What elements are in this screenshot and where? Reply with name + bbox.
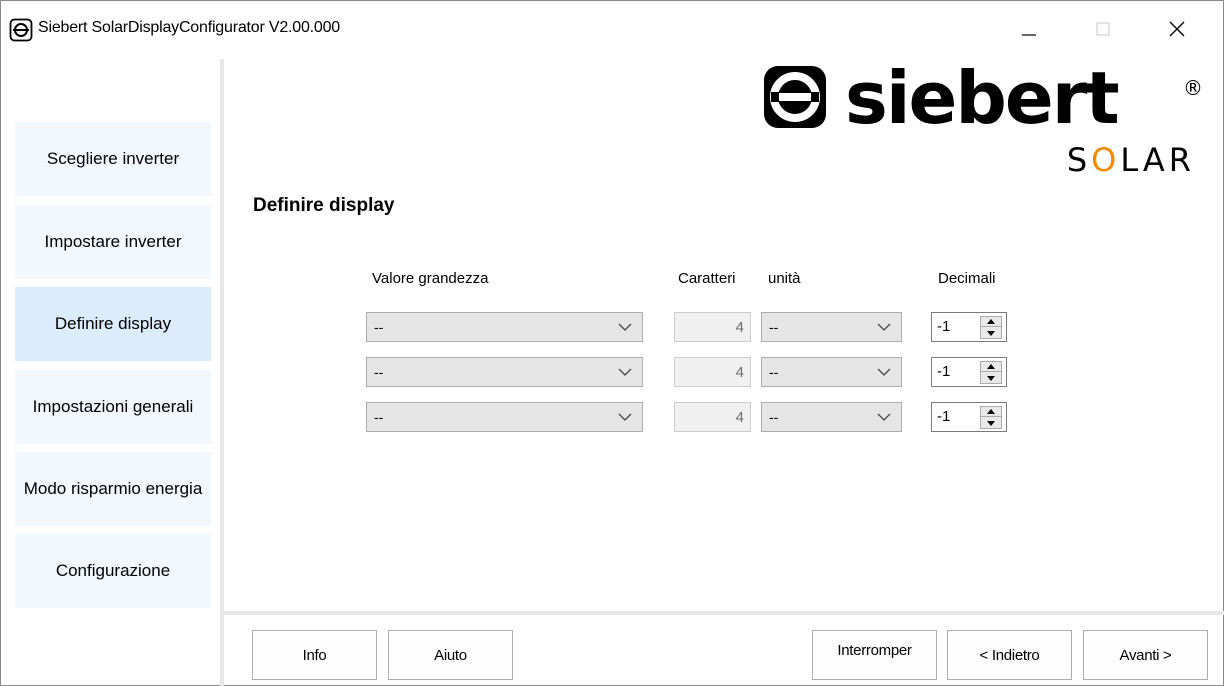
logo-sub-lar: LAR: [1120, 141, 1195, 179]
unit-select[interactable]: --: [761, 357, 902, 387]
chars-field: 4: [674, 402, 751, 432]
header-decimals: Decimali: [938, 270, 996, 287]
arrow-down-icon: [987, 330, 995, 336]
stepper-down-button[interactable]: [981, 373, 1001, 383]
unit-select-text: --: [769, 409, 779, 425]
arrow-up-icon: [987, 409, 995, 414]
sidebar-divider: [220, 59, 224, 686]
header-chars: Caratteri: [678, 270, 736, 287]
sidebar-item-label: Modo risparmio energia: [23, 479, 203, 498]
siebert-solar-logo: siebert ® SOLAR: [764, 63, 1203, 179]
info-button[interactable]: Info: [252, 630, 377, 680]
unit-select-text: --: [769, 319, 779, 335]
logo-sub-o: O: [1091, 141, 1120, 179]
sidebar-item-label: Impostazioni generali: [32, 397, 194, 416]
stepper-buttons: [980, 316, 1002, 339]
back-button[interactable]: < Indietro: [947, 630, 1072, 680]
sidebar-item-label: Definire display: [54, 314, 172, 333]
title-bar: Siebert SolarDisplayConfigurator V2.00.0…: [1, 1, 1223, 59]
app-window: Siebert SolarDisplayConfigurator V2.00.0…: [0, 0, 1224, 686]
stepper-down-button[interactable]: [981, 418, 1001, 428]
arrow-down-icon: [987, 420, 995, 426]
chars-field: 4: [674, 357, 751, 387]
chevron-down-icon: [618, 413, 632, 421]
sidebar-item-label: Scegliere inverter: [46, 149, 180, 168]
value-select-text: --: [374, 409, 384, 425]
stepper-down-button[interactable]: [981, 328, 1001, 338]
stepper-buttons: [980, 406, 1002, 429]
value-select[interactable]: --: [366, 312, 643, 342]
minimize-button[interactable]: [1009, 11, 1049, 47]
unit-select[interactable]: --: [761, 402, 902, 432]
decimals-stepper[interactable]: -1: [931, 402, 1007, 432]
footer-divider: [224, 611, 1224, 615]
logo-sub-text: SOLAR: [1067, 141, 1195, 179]
arrow-up-icon: [987, 364, 995, 369]
header-unit: unità: [768, 270, 801, 287]
sidebar-item-set-inverter[interactable]: Impostare inverter: [15, 205, 211, 279]
next-button[interactable]: Avanti >: [1083, 630, 1208, 680]
decimals-stepper[interactable]: -1: [931, 312, 1007, 342]
sidebar-item-energy-saving[interactable]: Modo risparmio energia: [15, 452, 211, 526]
siebert-mark-icon: [764, 66, 826, 128]
logo-sub-s: S: [1067, 141, 1091, 179]
value-select-text: --: [374, 319, 384, 335]
sidebar-item-general-settings[interactable]: Impostazioni generali: [15, 370, 211, 444]
sidebar-item-label: Impostare inverter: [44, 232, 182, 251]
sidebar-item-define-display[interactable]: Definire display: [15, 287, 211, 361]
chevron-down-icon: [877, 368, 891, 376]
decimals-value: -1: [937, 318, 951, 335]
window-title: Siebert SolarDisplayConfigurator V2.00.0…: [38, 19, 340, 36]
chevron-down-icon: [618, 368, 632, 376]
decimals-value: -1: [937, 408, 951, 425]
value-select[interactable]: --: [366, 402, 643, 432]
stepper-up-button[interactable]: [981, 317, 1001, 327]
minimize-icon: [1022, 34, 1036, 36]
arrow-down-icon: [987, 375, 995, 381]
arrow-up-icon: [987, 319, 995, 324]
stepper-up-button[interactable]: [981, 407, 1001, 417]
close-button[interactable]: [1157, 11, 1197, 47]
cancel-button[interactable]: Interromper: [812, 630, 937, 680]
registered-mark: ®: [1183, 76, 1203, 100]
page-title: Definire display: [253, 195, 395, 216]
value-select-text: --: [374, 364, 384, 380]
value-select[interactable]: --: [366, 357, 643, 387]
decimals-value: -1: [937, 363, 951, 380]
chevron-down-icon: [877, 413, 891, 421]
stepper-up-button[interactable]: [981, 362, 1001, 372]
chevron-down-icon: [877, 323, 891, 331]
sidebar-item-configuration[interactable]: Configurazione: [15, 534, 211, 608]
chars-field: 4: [674, 312, 751, 342]
app-icon: [9, 18, 33, 42]
header-value: Valore grandezza: [372, 270, 489, 287]
close-icon: [1169, 21, 1185, 37]
stepper-buttons: [980, 361, 1002, 384]
decimals-stepper[interactable]: -1: [931, 357, 1007, 387]
chevron-down-icon: [618, 323, 632, 331]
maximize-icon: [1096, 22, 1110, 36]
logo-brand-text: siebert: [845, 63, 1118, 140]
sidebar-item-label: Configurazione: [55, 561, 171, 580]
maximize-button[interactable]: [1083, 11, 1123, 47]
sidebar-item-choose-inverter[interactable]: Scegliere inverter: [15, 122, 211, 196]
unit-select-text: --: [769, 364, 779, 380]
help-button[interactable]: Aiuto: [388, 630, 513, 680]
unit-select[interactable]: --: [761, 312, 902, 342]
